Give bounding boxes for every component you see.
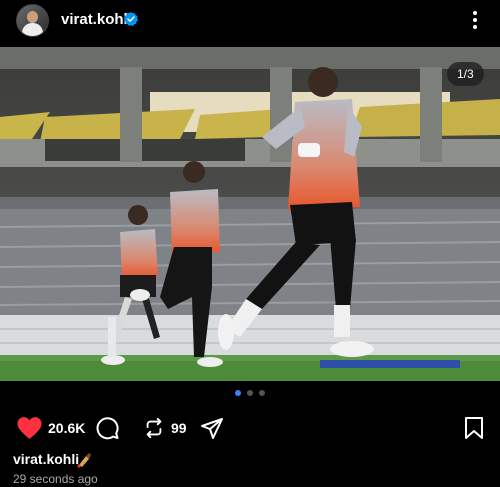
verified-badge-icon xyxy=(124,12,138,26)
carousel-dot-active xyxy=(235,390,241,396)
post-header: virat.kohli xyxy=(0,0,500,44)
repost-icon[interactable] xyxy=(143,416,165,440)
post-timestamp: 29 seconds ago xyxy=(13,472,98,486)
more-options-icon[interactable] xyxy=(467,8,483,32)
heart-icon[interactable] xyxy=(16,416,43,440)
comment-icon[interactable] xyxy=(95,416,120,440)
caption-username[interactable]: virat.kohli xyxy=(13,451,79,467)
image-counter: 1/3 xyxy=(447,62,484,86)
post-username[interactable]: virat.kohli xyxy=(61,11,132,28)
send-icon[interactable] xyxy=(199,416,225,440)
carousel-dot xyxy=(259,390,265,396)
like-count[interactable]: 20.6K xyxy=(48,420,85,436)
bookmark-icon[interactable] xyxy=(464,416,484,440)
post-image[interactable]: 1/3 xyxy=(0,47,500,381)
cricket-bat-emoji xyxy=(77,453,91,468)
repost-count[interactable]: 99 xyxy=(171,420,187,436)
avatar[interactable] xyxy=(16,4,49,37)
carousel-dot xyxy=(247,390,253,396)
carousel-indicator xyxy=(0,390,500,400)
post-actions: 20.6K 99 xyxy=(0,410,500,446)
